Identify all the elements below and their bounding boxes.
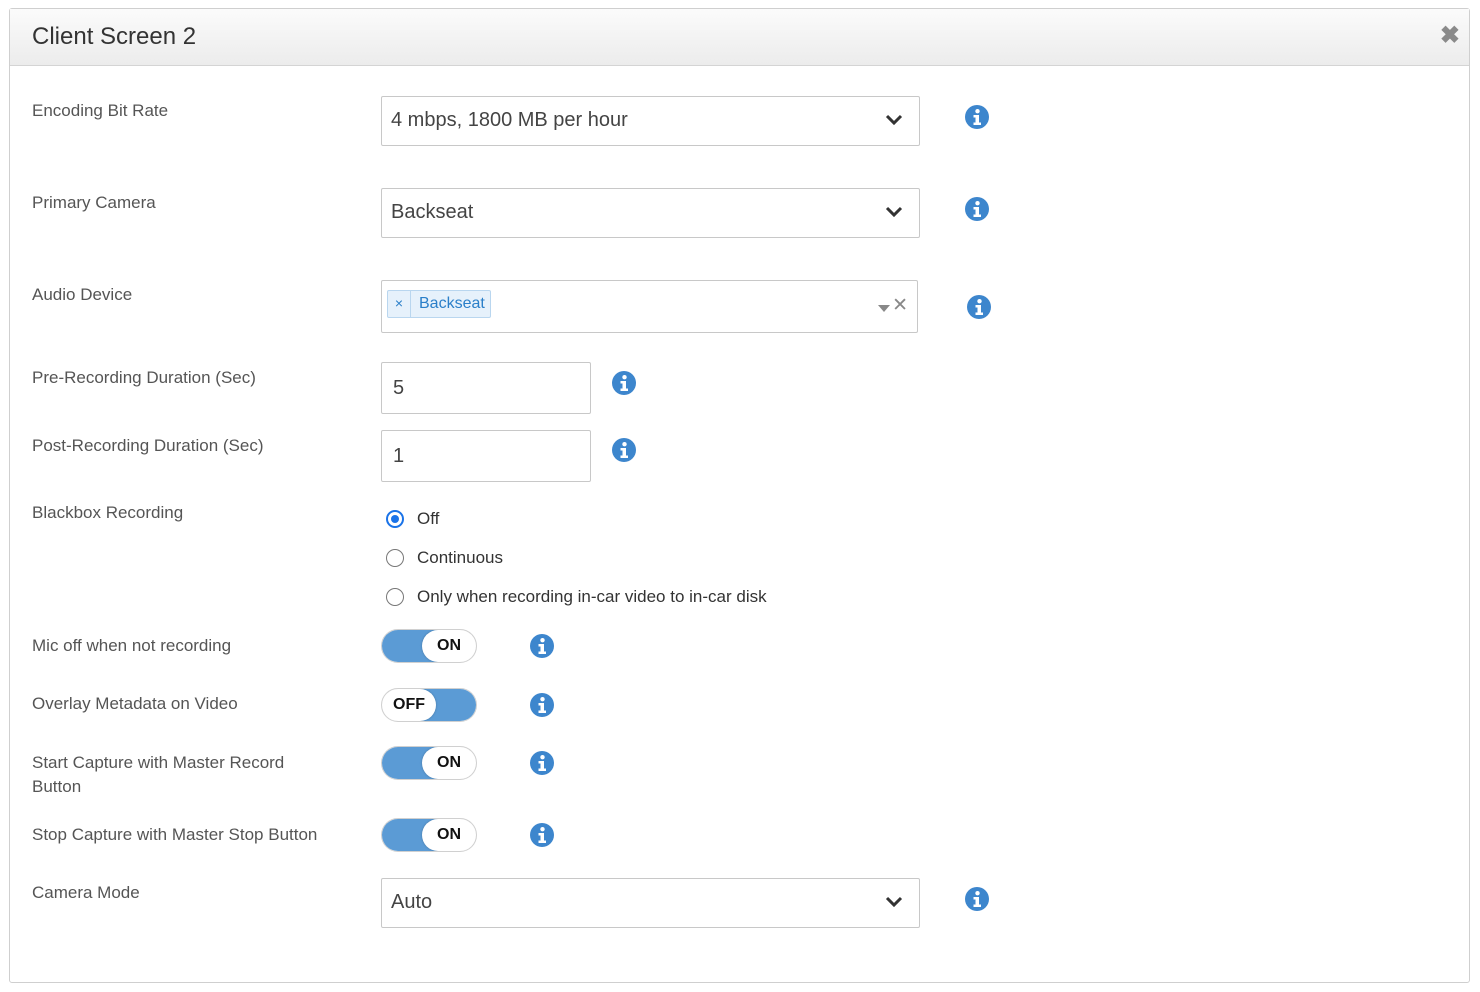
primary-camera-label: Primary Camera bbox=[32, 193, 156, 212]
radio-button-checked[interactable] bbox=[386, 510, 404, 528]
stop-capture-toggle[interactable]: ON bbox=[381, 818, 477, 852]
blackbox-option-label: Off bbox=[417, 509, 440, 528]
info-icon[interactable] bbox=[612, 371, 636, 395]
info-icon[interactable] bbox=[530, 634, 554, 658]
info-icon[interactable] bbox=[965, 105, 989, 129]
info-icon[interactable] bbox=[530, 693, 554, 717]
encoding-bit-rate-select[interactable]: 4 mbps, 1800 MB per hour bbox=[381, 96, 920, 146]
client-screen-dialog: Client Screen 2 ✖ Encoding Bit Rate 4 mb… bbox=[9, 8, 1470, 983]
pre-recording-label: Pre-Recording Duration (Sec) bbox=[32, 368, 256, 387]
audio-device-label: Audio Device bbox=[32, 285, 133, 304]
encoding-bit-rate-label: Encoding Bit Rate bbox=[32, 101, 169, 120]
toggle-state: ON bbox=[422, 630, 476, 662]
info-icon[interactable] bbox=[530, 751, 554, 775]
start-capture-toggle[interactable]: ON bbox=[381, 746, 477, 780]
info-icon[interactable] bbox=[530, 823, 554, 847]
mic-off-toggle[interactable]: ON bbox=[381, 629, 477, 663]
pre-recording-value: 5 bbox=[393, 377, 405, 399]
blackbox-option-label: Continuous bbox=[417, 548, 504, 567]
info-icon[interactable] bbox=[965, 887, 989, 911]
dialog-title: Client Screen 2 bbox=[32, 23, 197, 50]
start-capture-label: Start Capture with Master Record Button bbox=[32, 753, 285, 796]
chevron-down-icon bbox=[885, 206, 903, 218]
clear-icon[interactable]: ✕ bbox=[892, 296, 908, 316]
toggle-state: OFF bbox=[382, 689, 436, 721]
radio-button[interactable] bbox=[386, 588, 404, 606]
overlay-metadata-toggle[interactable]: OFF bbox=[381, 688, 477, 722]
close-icon[interactable]: ✖ bbox=[1440, 23, 1460, 49]
blackbox-option-label: Only when recording in-car video to in-c… bbox=[417, 587, 767, 606]
dialog-header: Client Screen 2 ✖ bbox=[10, 9, 1469, 66]
camera-mode-label: Camera Mode bbox=[32, 883, 140, 902]
stop-capture-label: Stop Capture with Master Stop Button bbox=[32, 825, 318, 844]
toggle-state: ON bbox=[422, 819, 476, 851]
chevron-down-icon bbox=[885, 896, 903, 908]
info-icon[interactable] bbox=[967, 295, 991, 319]
toggle-state: ON bbox=[422, 747, 476, 779]
primary-camera-value: Backseat bbox=[391, 201, 474, 223]
radio-button[interactable] bbox=[386, 549, 404, 567]
post-recording-value: 1 bbox=[393, 445, 405, 467]
mic-off-label: Mic off when not recording bbox=[32, 636, 232, 655]
audio-device-multiselect[interactable]: × Backseat ✕ bbox=[381, 280, 918, 333]
encoding-bit-rate-value: 4 mbps, 1800 MB per hour bbox=[391, 109, 628, 131]
post-recording-input[interactable]: 1 bbox=[381, 430, 591, 482]
primary-camera-select[interactable]: Backseat bbox=[381, 188, 920, 238]
pre-recording-input[interactable]: 5 bbox=[381, 362, 591, 414]
info-icon[interactable] bbox=[612, 438, 636, 462]
overlay-metadata-label: Overlay Metadata on Video bbox=[32, 694, 238, 713]
chevron-down-icon bbox=[885, 114, 903, 126]
blackbox-recording-label: Blackbox Recording bbox=[32, 503, 184, 522]
caret-down-icon[interactable] bbox=[878, 305, 890, 312]
audio-device-tag-label: Backseat bbox=[419, 295, 485, 312]
post-recording-label: Post-Recording Duration (Sec) bbox=[32, 436, 264, 455]
info-icon[interactable] bbox=[965, 197, 989, 221]
audio-device-tag: × Backseat bbox=[387, 290, 491, 318]
camera-mode-value: Auto bbox=[391, 891, 433, 913]
tag-remove-icon[interactable]: × bbox=[388, 291, 411, 317]
camera-mode-select[interactable]: Auto bbox=[381, 878, 920, 928]
